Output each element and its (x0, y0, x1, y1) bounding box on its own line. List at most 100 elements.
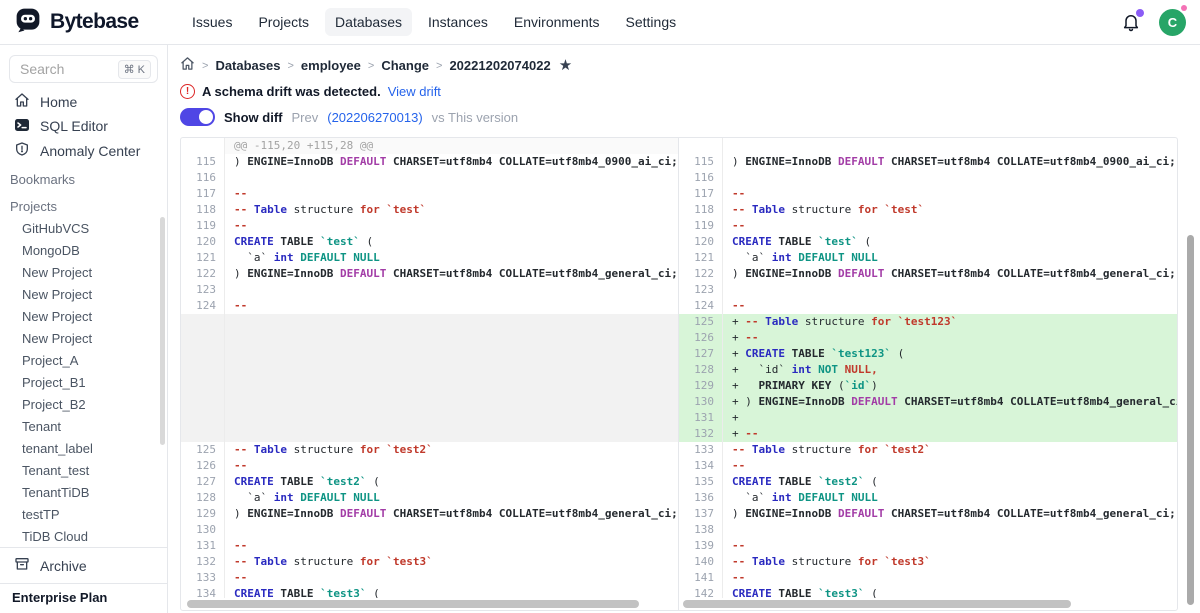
diff-code: `a` int DEFAULT NULL (225, 250, 678, 266)
nav-item-environments[interactable]: Environments (504, 8, 610, 36)
sidebar-project-item[interactable]: New Project (0, 261, 167, 283)
breadcrumb-item[interactable]: Databases (215, 58, 280, 73)
archive-label: Archive (40, 558, 87, 574)
diff-line: 127CREATE TABLE `test2` ( (181, 474, 678, 490)
line-number: 125 (181, 442, 225, 458)
diff-code: -- Table structure for `test` (225, 202, 678, 218)
breadcrumb: >Databases>employee>Change>2022120207402… (180, 57, 1200, 74)
diff-line: 124-- (679, 298, 1177, 314)
sidebar-project-item[interactable]: New Project (0, 327, 167, 349)
line-number: 130 (181, 522, 225, 538)
avatar[interactable]: C (1159, 9, 1186, 36)
sidebar-project-item[interactable]: TiDB Cloud (0, 525, 167, 547)
sidebar-project-item[interactable]: GitHubVCS (0, 217, 167, 239)
app-window: Bytebase IssuesProjectsDatabasesInstance… (0, 0, 1200, 613)
diff-code (723, 170, 1177, 186)
breadcrumb-item[interactable]: 20221202074022 (449, 58, 550, 73)
sidebar-project-item[interactable]: tenant_label (0, 437, 167, 459)
line-number (181, 378, 225, 394)
line-number: 131 (679, 410, 723, 426)
nav-item-instances[interactable]: Instances (418, 8, 498, 36)
diff-code (225, 346, 678, 362)
sidebar-project-item[interactable]: Project_B2 (0, 393, 167, 415)
view-drift-link[interactable]: View drift (388, 84, 441, 99)
diff-code: CREATE TABLE `test3` ( (723, 586, 1177, 598)
diff-line: 137) ENGINE=InnoDB DEFAULT CHARSET=utf8m… (679, 506, 1177, 522)
scrollbar-thumb[interactable] (187, 600, 639, 608)
search-box[interactable]: ⌘ K (9, 55, 158, 83)
page-vertical-scrollbar[interactable] (1187, 235, 1194, 605)
diff-code (723, 282, 1177, 298)
line-number: 124 (181, 298, 225, 314)
diff-code: -- (225, 186, 678, 202)
line-number (679, 138, 723, 154)
home-icon (14, 92, 30, 111)
breadcrumb-separator: > (368, 60, 374, 72)
diff-code (225, 410, 678, 426)
line-number: 121 (679, 250, 723, 266)
sidebar-project-item[interactable]: New Project (0, 283, 167, 305)
main-menu: IssuesProjectsDatabasesInstancesEnvironm… (182, 8, 686, 36)
line-number: 132 (679, 426, 723, 442)
line-number: 132 (181, 554, 225, 570)
diff-code: + -- Table structure for `test123` (723, 314, 1177, 330)
show-diff-toggle[interactable] (180, 108, 215, 126)
breadcrumb-item[interactable]: Change (381, 58, 429, 73)
sidebar-project-item[interactable]: Project_A (0, 349, 167, 371)
sidebar-item-home[interactable]: Home (0, 89, 167, 114)
line-number: 123 (679, 282, 723, 298)
diff-line: 128 `a` int DEFAULT NULL (181, 490, 678, 506)
breadcrumb-home-icon[interactable] (180, 56, 195, 76)
diff-line: 136 `a` int DEFAULT NULL (679, 490, 1177, 506)
search-input[interactable] (20, 61, 100, 77)
diff-line: 134-- (679, 458, 1177, 474)
diff-line: 130+ ) ENGINE=InnoDB DEFAULT CHARSET=utf… (679, 394, 1177, 410)
prev-version-link[interactable]: (202206270013) (327, 110, 422, 125)
line-number: 131 (181, 538, 225, 554)
nav-item-databases[interactable]: Databases (325, 8, 412, 36)
diff-line: 123 (181, 282, 678, 298)
sidebar-scrollbar[interactable] (160, 217, 165, 445)
line-number: 142 (679, 586, 723, 598)
diff-code: -- (723, 218, 1177, 234)
diff-code: -- (225, 218, 678, 234)
diff-line (679, 138, 1177, 154)
horizontal-scrollbar-right[interactable] (679, 598, 1177, 610)
diff-code: `a` int DEFAULT NULL (723, 250, 1177, 266)
scrollbar-thumb[interactable] (683, 600, 1071, 608)
diff-toolbar: Show diff Prev (202206270013) vs This ve… (180, 108, 1200, 126)
sidebar-project-item[interactable]: New Project (0, 305, 167, 327)
vs-label: vs This version (432, 110, 518, 125)
sidebar-project-item[interactable]: Tenant_test (0, 459, 167, 481)
sidebar-project-item[interactable]: Project_B1 (0, 371, 167, 393)
line-number: 116 (181, 170, 225, 186)
diff-code (723, 138, 1177, 154)
sidebar-project-item[interactable]: testTP (0, 503, 167, 525)
sidebar-item-sql-editor[interactable]: SQL Editor (0, 114, 167, 139)
line-number: 116 (679, 170, 723, 186)
diff-code: -- (723, 458, 1177, 474)
breadcrumb-item[interactable]: employee (301, 58, 361, 73)
diff-code: CREATE TABLE `test3` ( (225, 586, 678, 598)
sidebar-item-archive[interactable]: Archive (0, 547, 167, 583)
brand[interactable]: Bytebase (14, 6, 166, 39)
sidebar-section-projects[interactable]: Projects (0, 190, 167, 217)
notifications-button[interactable] (1121, 12, 1141, 32)
diff-code (225, 170, 678, 186)
line-number (181, 410, 225, 426)
horizontal-scrollbar-left[interactable] (181, 598, 678, 610)
line-number: 140 (679, 554, 723, 570)
sidebar-project-item[interactable]: TenantTiDB (0, 481, 167, 503)
toggle-knob (199, 110, 213, 124)
diff-code: CREATE TABLE `test` ( (723, 234, 1177, 250)
line-number: 129 (679, 378, 723, 394)
bookmark-star-icon[interactable]: ★ (559, 58, 572, 73)
nav-item-settings[interactable]: Settings (616, 8, 687, 36)
sidebar-item-anomaly-center[interactable]: Anomaly Center (0, 138, 167, 163)
sidebar-project-item[interactable]: Tenant (0, 415, 167, 437)
diff-code (225, 378, 678, 394)
nav-item-projects[interactable]: Projects (248, 8, 319, 36)
sidebar-section-bookmarks[interactable]: Bookmarks (0, 163, 167, 190)
nav-item-issues[interactable]: Issues (182, 8, 242, 36)
sidebar-project-item[interactable]: MongoDB (0, 239, 167, 261)
